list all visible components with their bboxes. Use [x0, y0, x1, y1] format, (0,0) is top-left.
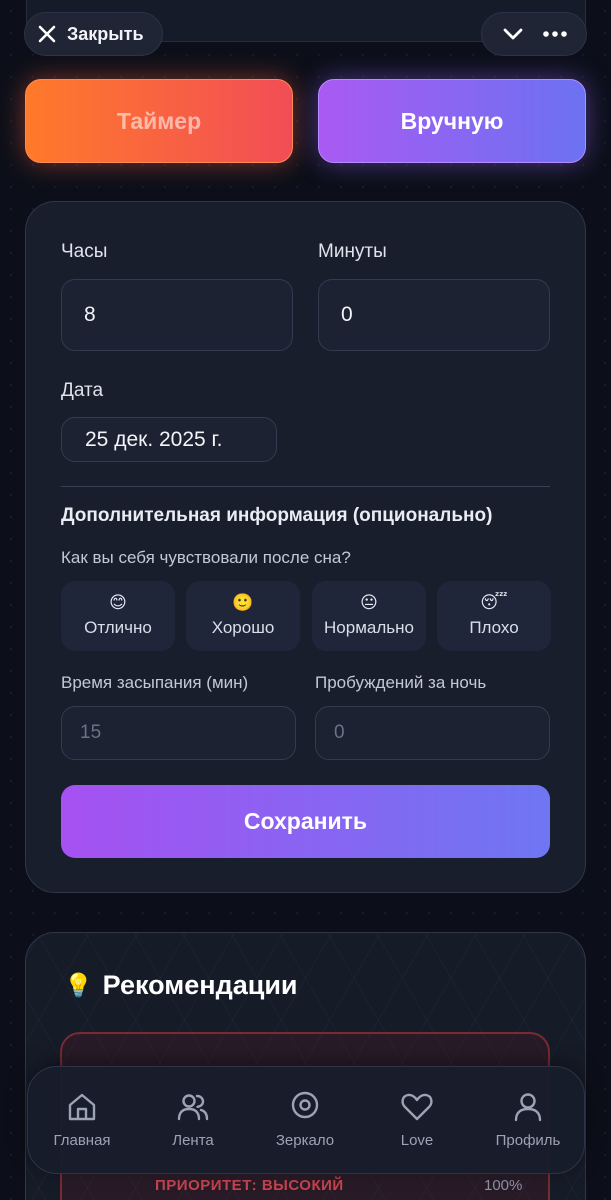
lightbulb-icon: 💡	[64, 972, 93, 998]
more-horizontal-icon	[542, 31, 567, 37]
more-button[interactable]	[542, 29, 568, 39]
home-icon	[68, 1093, 96, 1121]
extra-info-title: Дополнительная информация (опционально)	[61, 505, 493, 526]
feeling-question: Как вы себя чувствовали после сна?	[61, 548, 351, 567]
priority-label: ПРИОРИТЕТ: ВЫСОКИЙ	[155, 1177, 344, 1194]
mood-option-excellent[interactable]: 😊 Отлично	[61, 581, 175, 651]
close-button[interactable]: Закрыть	[24, 12, 163, 56]
nav-label: Лента	[172, 1132, 214, 1149]
smiling-face-icon: 😊	[109, 593, 127, 612]
mood-option-good[interactable]: 🙂 Хорошо	[186, 581, 300, 651]
nav-item-love[interactable]: Love	[367, 1090, 467, 1149]
collapse-button[interactable]	[501, 22, 525, 46]
nav-label: Главная	[53, 1132, 111, 1149]
date-picker[interactable]: 25 дек. 2025 г.	[61, 417, 277, 462]
close-label: Закрыть	[67, 23, 144, 44]
nav-item-home[interactable]: Главная	[32, 1090, 132, 1149]
timer-mode-button[interactable]: Таймер	[25, 79, 293, 163]
priority-percent: 100%	[484, 1177, 523, 1194]
nav-item-feed[interactable]: Лента	[143, 1090, 243, 1149]
neutral-face-icon: 😐	[360, 593, 378, 612]
recommendations-title: Рекомендации	[102, 970, 298, 1000]
awakenings-label: Пробуждений за ночь	[315, 673, 487, 692]
recommendations-header: 💡 Рекомендации	[64, 970, 298, 1001]
chevron-down-icon	[503, 28, 522, 40]
date-label: Дата	[61, 380, 104, 401]
mood-option-bad[interactable]: 😴 Плохо	[437, 581, 551, 651]
users-icon	[177, 1094, 209, 1121]
window-menu	[481, 12, 587, 56]
mood-option-normal[interactable]: 😐 Нормально	[312, 581, 426, 651]
fall-asleep-input[interactable]: 15	[61, 706, 296, 760]
save-button[interactable]: Сохранить	[61, 785, 550, 858]
minutes-label: Минуты	[318, 241, 387, 262]
fall-asleep-label: Время засыпания (мин)	[61, 673, 249, 692]
manual-mode-button[interactable]: Вручную	[318, 79, 586, 163]
minutes-input[interactable]: 0	[318, 279, 550, 351]
location-pin-icon	[291, 1091, 319, 1119]
divider	[61, 486, 550, 487]
nav-label: Love	[400, 1132, 434, 1149]
awakenings-input[interactable]: 0	[315, 706, 550, 760]
user-icon	[514, 1093, 542, 1122]
slight-smile-icon: 🙂	[232, 593, 254, 612]
nav-item-mirror[interactable]: Зеркало	[255, 1090, 355, 1149]
hours-label: Часы	[61, 241, 108, 262]
nav-label: Профиль	[495, 1132, 561, 1149]
sleeping-face-icon: 😴	[480, 593, 508, 612]
hours-input[interactable]: 8	[61, 279, 293, 351]
nav-label: Зеркало	[275, 1132, 335, 1149]
heart-icon	[401, 1093, 433, 1121]
close-icon	[38, 25, 56, 43]
mood-label: Хорошо	[211, 618, 275, 637]
nav-item-profile[interactable]: Профиль	[478, 1090, 578, 1149]
mood-label: Отлично	[84, 618, 152, 637]
mood-label: Нормально	[324, 618, 414, 637]
mood-label: Плохо	[469, 618, 519, 637]
